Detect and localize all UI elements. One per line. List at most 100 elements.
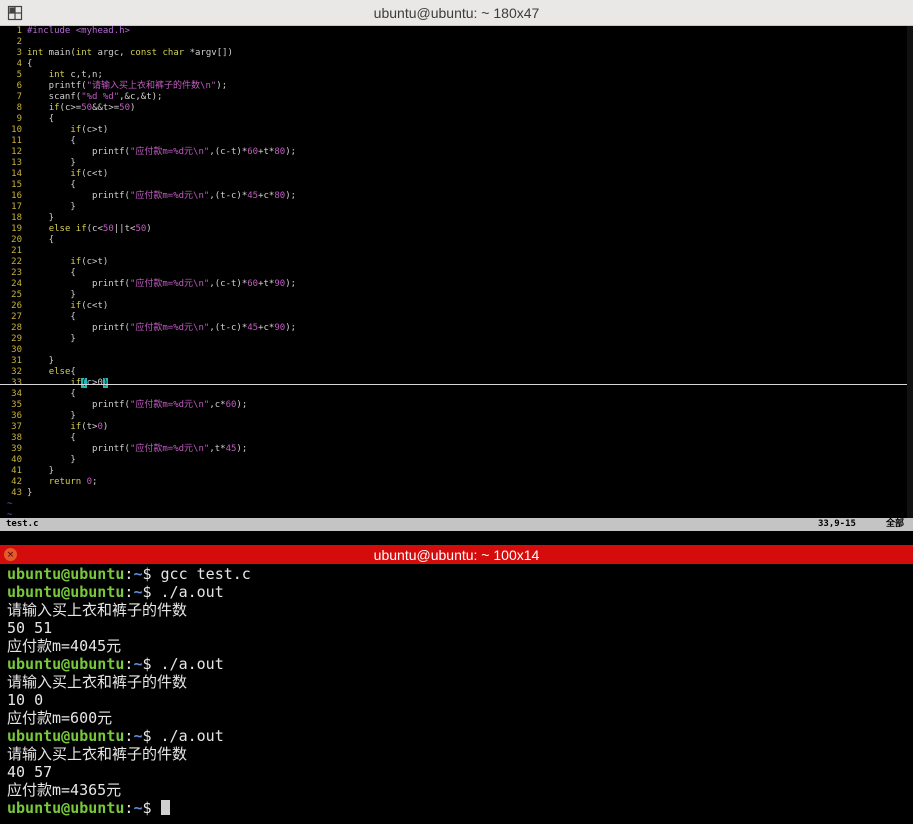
code-line[interactable]: 1 #include <myhead.h> <box>0 26 913 37</box>
close-icon[interactable]: × <box>4 548 17 561</box>
code-line[interactable]: 35 printf("应付款m=%d元\n",c*60); <box>0 400 913 411</box>
code-line[interactable]: 22 if(c>t) <box>0 257 913 268</box>
line-number: 19 <box>11 224 22 234</box>
line-number: 8 <box>16 103 22 113</box>
bottom-window-titlebar[interactable]: × ubuntu@ubuntu: ~ 100x14 <box>0 545 913 564</box>
code-text: else if(c<50||t<50) <box>27 224 152 235</box>
code-line[interactable]: 6 printf("请输入买上衣和裤子的件数\n"); <box>0 81 913 92</box>
line-number: 14 <box>11 169 22 179</box>
code-line[interactable]: 25 } <box>0 290 913 301</box>
bottom-terminal-window[interactable]: × ubuntu@ubuntu: ~ 100x14 ubuntu@ubuntu:… <box>0 545 913 824</box>
code-line[interactable]: 14 if(c<t) <box>0 169 913 180</box>
code-text: if(c<t) <box>27 301 108 312</box>
line-number: 10 <box>11 125 22 135</box>
code-line[interactable]: 30 <box>0 345 913 356</box>
code-token: printf( <box>27 81 87 91</box>
code-token: { <box>27 389 76 399</box>
code-line[interactable]: 10 if(c>t) <box>0 125 913 136</box>
code-line[interactable]: 16 printf("应付款m=%d元\n",(t-c)*45+c*80); <box>0 191 913 202</box>
code-line[interactable]: 7 scanf("%d %d",&c,&t); <box>0 92 913 103</box>
line-number: 25 <box>11 290 22 300</box>
code-token: "应付款m=%d元\n" <box>129 279 210 289</box>
code-line[interactable]: 2 <box>0 37 913 48</box>
code-line[interactable]: 21 <box>0 246 913 257</box>
code-token: (c< <box>86 224 103 234</box>
code-line[interactable]: 12 printf("应付款m=%d元\n",(c-t)*60+t*80); <box>0 147 913 158</box>
vim-editor[interactable]: 1 #include <myhead.h> 2 3 int main(int argc,… <box>0 26 913 518</box>
code-line[interactable]: 18 } <box>0 213 913 224</box>
code-line[interactable]: 42 return 0; <box>0 477 913 488</box>
prompt-symbol: $ <box>142 565 161 583</box>
code-text: { <box>27 59 32 70</box>
code-line[interactable]: 34 { <box>0 389 913 400</box>
code-line[interactable]: 29 } <box>0 334 913 345</box>
code-line[interactable]: 31 } <box>0 356 913 367</box>
output-text: 40 57 <box>7 763 53 781</box>
code-line[interactable]: 5 int c,t,n; <box>0 70 913 81</box>
code-line[interactable]: 36 } <box>0 411 913 422</box>
code-line[interactable]: 19 else if(c<50||t<50) <box>0 224 913 235</box>
code-text: { <box>27 389 76 400</box>
command-text: ./a.out <box>160 583 224 601</box>
code-line[interactable]: 15 { <box>0 180 913 191</box>
vim-command-line[interactable] <box>0 531 913 545</box>
code-line[interactable]: 27 { <box>0 312 913 323</box>
code-line[interactable]: 3 int main(int argc, const char *argv[]) <box>0 48 913 59</box>
code-token: int <box>75 48 93 58</box>
code-line[interactable]: 37 if(t>0) <box>0 422 913 433</box>
code-line[interactable]: 4{ <box>0 59 913 70</box>
code-text: else{ <box>27 367 76 378</box>
line-number: 11 <box>11 136 22 146</box>
code-line[interactable]: 38 { <box>0 433 913 444</box>
code-line[interactable]: 39 printf("应付款m=%d元\n",t*45); <box>0 444 913 455</box>
code-text: printf("应付款m=%d元\n",(c-t)*60+t*90); <box>27 279 296 290</box>
code-text: } <box>27 334 75 345</box>
code-token: c,t,n; <box>64 70 103 80</box>
code-token: 80 <box>274 191 286 201</box>
code-line[interactable]: 43} <box>0 488 913 499</box>
code-line[interactable]: 23 { <box>0 268 913 279</box>
code-token: { <box>27 268 76 278</box>
line-number: 23 <box>11 268 22 278</box>
window-menu-icon[interactable] <box>7 5 23 21</box>
line-number: 5 <box>16 70 22 80</box>
code-token: ) <box>102 378 109 388</box>
code-text: { <box>27 235 54 246</box>
code-token: "应付款m=%d元\n" <box>129 323 210 333</box>
terminal-cursor[interactable] <box>160 800 170 815</box>
terminal-output-line: 请输入买上衣和裤子的件数 <box>7 673 907 691</box>
code-text: printf("应付款m=%d元\n",t*45); <box>27 444 247 455</box>
code-token: #include <myhead.h> <box>27 26 130 36</box>
code-line[interactable]: 26 if(c<t) <box>0 301 913 312</box>
code-line[interactable]: 9 { <box>0 114 913 125</box>
line-number: 32 <box>11 367 22 377</box>
code-token: ||t< <box>113 224 136 234</box>
code-line[interactable]: 32 else{ <box>0 367 913 378</box>
line-number: 36 <box>11 411 22 421</box>
code-line[interactable]: 8 if(c>=50&&t>=50) <box>0 103 913 114</box>
code-line[interactable]: 24 printf("应付款m=%d元\n",(c-t)*60+t*90); <box>0 279 913 290</box>
code-text: } <box>27 466 54 477</box>
terminal-output[interactable]: ubuntu@ubuntu:~$ gcc test.c ubuntu@ubuntu… <box>7 565 907 817</box>
top-window-scrollbar[interactable] <box>907 26 913 518</box>
code-text: return 0; <box>27 477 98 488</box>
code-line[interactable]: 20 { <box>0 235 913 246</box>
command-text: gcc test.c <box>160 565 251 583</box>
code-token: printf( <box>27 279 130 289</box>
code-line[interactable]: 17 } <box>0 202 913 213</box>
code-line[interactable]: 40 } <box>0 455 913 466</box>
terminal-output-line: 40 57 <box>7 763 907 781</box>
code-line[interactable]: 41 } <box>0 466 913 477</box>
line-number: 37 <box>11 422 22 432</box>
code-token: return <box>48 477 82 487</box>
code-line[interactable]: 13 } <box>0 158 913 169</box>
terminal-command-line: ubuntu@ubuntu:~$ ./a.out <box>7 583 907 601</box>
code-token: +c* <box>258 323 275 333</box>
top-window-titlebar[interactable]: ubuntu@ubuntu: ~ 180x47 <box>0 0 913 26</box>
code-token: "%d %d" <box>81 92 120 102</box>
top-terminal-window[interactable]: ubuntu@ubuntu: ~ 180x47 1 #include <myhea… <box>0 0 913 545</box>
code-line[interactable]: 28 printf("应付款m=%d元\n",(t-c)*45+c*90); <box>0 323 913 334</box>
code-line[interactable]: 11 { <box>0 136 913 147</box>
